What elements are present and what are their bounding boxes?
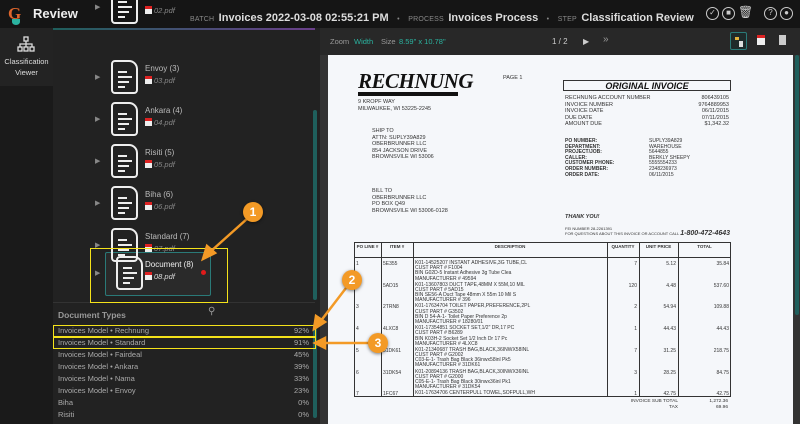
callout-2: 2 xyxy=(342,270,362,290)
arrowhead-3 xyxy=(312,335,327,351)
callout-3: 3 xyxy=(368,333,388,353)
callout-1: 1 xyxy=(243,202,263,222)
arrow-1 xyxy=(209,217,249,253)
callout-arrows xyxy=(200,217,370,351)
arrow-2 xyxy=(319,287,347,323)
